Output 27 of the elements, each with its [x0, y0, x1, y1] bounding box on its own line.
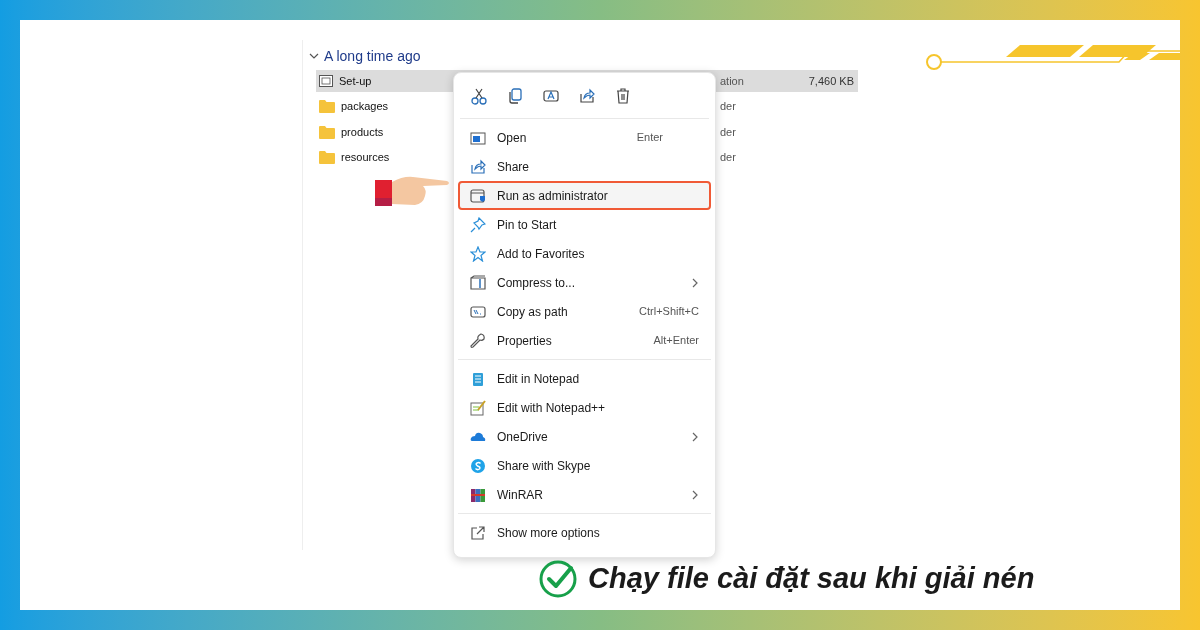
caption-text: Chạy file cài đặt sau khi giải nén — [588, 561, 1035, 596]
menu-item-label: Add to Favorites — [497, 245, 586, 263]
file-name: Set-up — [339, 73, 372, 89]
menu-item-label: Share — [497, 158, 531, 176]
shortcut-text: Alt+Enter — [653, 333, 699, 349]
file-type: ation — [720, 73, 744, 89]
menu-item-label: Edit with Notepad++ — [497, 399, 607, 417]
menu-item-label: Properties — [497, 332, 553, 350]
menu-item-label: Open — [497, 129, 528, 147]
file-type: der — [720, 99, 736, 115]
shortcut-text: Ctrl+Shift+C — [639, 304, 699, 320]
menu-item-label: Pin to Start — [497, 216, 558, 234]
file-type: der — [720, 150, 736, 166]
menu-item-label: Show more options — [497, 524, 601, 542]
menu-item-label: Compress to... — [497, 274, 577, 292]
file-size: 7,460 KB — [808, 73, 854, 89]
file-name: resources — [341, 150, 390, 166]
file-type: der — [720, 124, 736, 140]
menu-item-label: OneDrive — [497, 428, 549, 446]
menu-item-label: Share with Skype — [497, 457, 592, 475]
menu-item-label: Copy as path — [497, 303, 569, 321]
menu-item-label: WinRAR — [497, 486, 544, 504]
menu-item-label: Edit in Notepad — [497, 370, 581, 388]
file-name: packages — [341, 99, 389, 115]
menu-item-label: Run as administrator — [497, 187, 609, 205]
file-name: products — [341, 124, 384, 140]
shortcut-text: Enter — [636, 130, 663, 146]
